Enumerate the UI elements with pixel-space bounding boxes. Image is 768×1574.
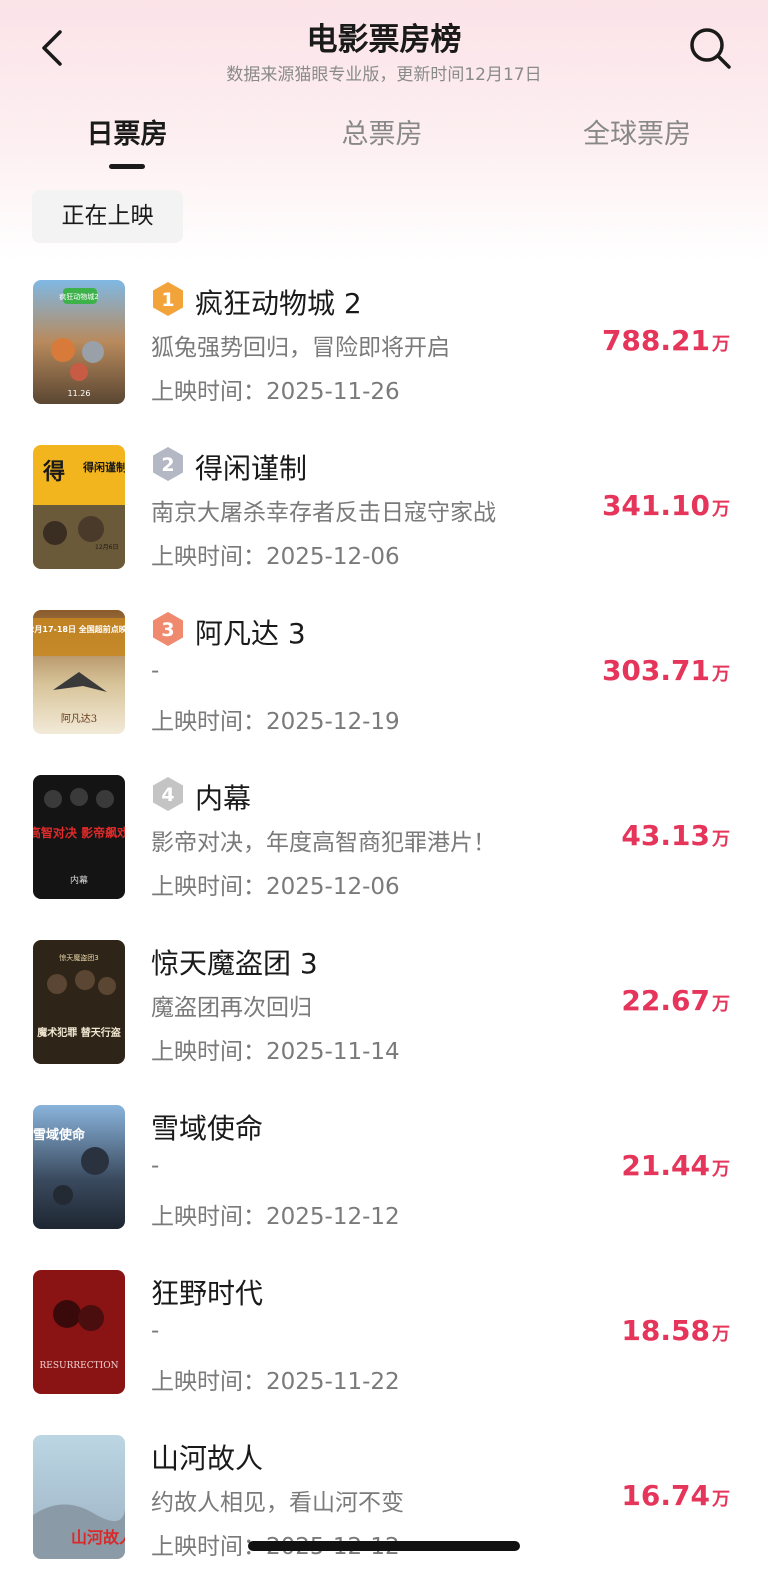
movie-row[interactable]: 高智对决 影帝飙戏 内幕 4 内幕 影帝对决，年度高智商犯罪港片！ 上映时间：2… (0, 771, 768, 936)
movie-name: 内幕 (195, 782, 252, 815)
tab-global-box-office[interactable]: 全球票房 (542, 112, 732, 151)
poster-title: 魔术犯罪 替天行盗 (37, 1026, 120, 1039)
poster-date: 惊天魔盗团3 (59, 953, 98, 962)
box-office-unit: 万 (712, 1159, 730, 1180)
box-office-value: 21.44 万 (621, 1149, 730, 1182)
box-office-unit: 万 (712, 1324, 730, 1345)
movie-row[interactable]: 12月17-18日 全国超前点映中 阿凡达3 3 阿凡达 3 - 上映时间：20… (0, 606, 768, 771)
movie-row[interactable]: 惊天魔盗团3 魔术犯罪 替天行盗 惊天魔盗团 3 魔盗团再次回归 上映时间：20… (0, 936, 768, 1101)
box-office-value: 788.21 万 (601, 324, 730, 357)
page-subtitle: 数据来源猫眼专业版，更新时间12月17日 (226, 65, 542, 85)
header: 电影票房榜 数据来源猫眼专业版，更新时间12月17日 (0, 0, 768, 90)
release-date: 上映时间：2025-12-06 (151, 544, 400, 570)
movie-poster: 山河故人 (33, 1435, 125, 1559)
movie-description: 狐兔强势回归，冒险即将开启 (151, 335, 450, 361)
poster-date: 12月6日 (95, 544, 118, 551)
box-office-unit: 万 (712, 994, 730, 1015)
movie-description: 魔盗团再次回归 (151, 995, 312, 1021)
poster-title: 疯狂动物城2 (59, 292, 98, 301)
movie-poster: 惊天魔盗团3 魔术犯罪 替天行盗 (33, 940, 125, 1064)
movie-description: 影帝对决，年度高智商犯罪港片！ (151, 830, 496, 856)
movie-poster: 雪域使命 (33, 1105, 125, 1229)
box-office-value: 303.71 万 (601, 654, 730, 687)
svg-text:3: 3 (161, 619, 174, 641)
release-date: 上映时间：2025-11-22 (151, 1369, 400, 1395)
movie-poster: 疯狂动物城2 11.26 (33, 280, 125, 404)
box-office-unit: 万 (712, 829, 730, 850)
release-date: 上映时间：2025-12-12 (151, 1204, 400, 1230)
poster-title: 山河故人 (71, 1528, 125, 1547)
poster-title: 12月17-18日 全国超前点映中 (33, 624, 125, 634)
box-office-value: 22.67 万 (621, 984, 730, 1017)
release-date: 上映时间：2025-11-14 (151, 1039, 400, 1065)
box-office-unit: 万 (712, 499, 730, 520)
movie-name: 雪域使命 (151, 1112, 264, 1145)
movie-poster: RESURRECTION (33, 1270, 125, 1394)
movie-poster: 高智对决 影帝飙戏 内幕 (33, 775, 125, 899)
active-tab-indicator (109, 164, 145, 169)
search-icon (690, 28, 731, 69)
movie-name: 惊天魔盗团 3 (151, 947, 318, 980)
tab-total-box-office[interactable]: 总票房 (287, 112, 477, 151)
tab-daily-box-office[interactable]: 日票房 (32, 112, 222, 151)
svg-text:2: 2 (161, 454, 174, 476)
page-title: 电影票房榜 (306, 22, 462, 58)
box-office-value: 16.74 万 (621, 1479, 730, 1512)
movie-row[interactable]: RESURRECTION 狂野时代 - 上映时间：2025-11-22 18.5… (0, 1266, 768, 1431)
box-office-unit: 万 (712, 664, 730, 685)
svg-text:得: 得 (42, 459, 65, 485)
movie-description: 南京大屠杀幸存者反击日寇守家战 (151, 500, 496, 526)
movie-name: 疯狂动物城 2 (195, 287, 362, 320)
movie-description: 约故人相见，看山河不变 (151, 1490, 404, 1516)
svg-text:4: 4 (161, 784, 174, 806)
box-office-value: 18.58 万 (621, 1314, 730, 1347)
poster-date: 阿凡达3 (61, 713, 97, 725)
release-date: 上映时间：2025-12-06 (151, 874, 400, 900)
movie-poster: 12月17-18日 全国超前点映中 阿凡达3 (33, 610, 125, 734)
release-date: 上映时间：2025-11-26 (151, 379, 400, 405)
release-date: 上映时间：2025-12-19 (151, 709, 400, 735)
poster-title: 雪域使命 (33, 1127, 86, 1143)
box-office-value: 43.13 万 (621, 819, 730, 852)
poster-title: 得闲谨制 (82, 460, 125, 474)
movie-row[interactable]: 山河故人 山河故人 约故人相见，看山河不变 上映时间：2025-12-12 16… (0, 1431, 768, 1574)
filter-now-showing[interactable]: 正在上映 (32, 190, 183, 243)
poster-title: RESURRECTION (40, 1361, 119, 1371)
svg-text:1: 1 (161, 289, 174, 311)
movie-poster: 得 得闲谨制 12月6日 (33, 445, 125, 569)
movie-description: - (151, 1318, 160, 1344)
box-office-unit: 万 (712, 1489, 730, 1510)
movie-row[interactable]: 疯狂动物城2 11.26 1 疯狂动物城 2 狐兔强势回归，冒险即将开启 上映时… (0, 276, 768, 441)
movie-description: - (151, 1153, 160, 1179)
rank-badge: 4 (151, 776, 185, 812)
tab-bar: 日票房 总票房 全球票房 (0, 108, 768, 178)
movie-name: 山河故人 (151, 1442, 264, 1475)
poster-date: 11.26 (68, 389, 91, 398)
movie-description: - (151, 658, 160, 684)
movie-row[interactable]: 得 得闲谨制 12月6日 2 得闲谨制 南京大屠杀幸存者反击日寇守家战 上映时间… (0, 441, 768, 606)
movie-name: 阿凡达 3 (195, 617, 306, 650)
rank-badge: 3 (151, 611, 185, 647)
rank-badge: 2 (151, 446, 185, 482)
poster-date: 内幕 (70, 874, 88, 886)
poster-title: 高智对决 影帝飙戏 (33, 825, 125, 840)
rank-badge: 1 (151, 281, 185, 317)
movie-row[interactable]: 雪域使命 雪域使命 - 上映时间：2025-12-12 21.44 万 (0, 1101, 768, 1266)
box-office-value: 341.10 万 (601, 489, 730, 522)
movie-name: 得闲谨制 (195, 452, 308, 485)
search-button[interactable] (686, 24, 734, 72)
movie-name: 狂野时代 (151, 1277, 264, 1310)
box-office-unit: 万 (712, 334, 730, 355)
home-indicator[interactable] (248, 1541, 520, 1551)
